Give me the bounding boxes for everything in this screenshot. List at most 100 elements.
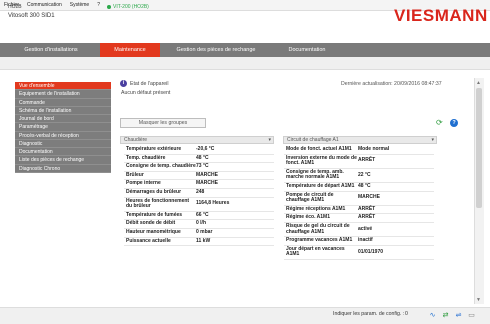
row-value: inactif [358, 237, 373, 244]
installation-code: HO2B [8, 4, 22, 10]
config-label: Indiquer les param. de config. : [333, 311, 405, 317]
group-select-boiler[interactable]: Chaudière ▾ [120, 136, 274, 144]
table-row: Démarrages du brûleur 248 [124, 189, 274, 198]
table-row: Température de départ A1M1 48 °C [284, 183, 434, 192]
sidebar-item-commande[interactable]: Commande [15, 98, 111, 107]
row-label: Consigne de temp. amb. marche normale A1… [286, 168, 344, 181]
menu-communication[interactable]: Communication [27, 2, 62, 8]
tab-maintenance[interactable]: Maintenance [100, 43, 160, 57]
table-row: Mode de fonct. actuel A1M1 Mode normal [284, 146, 434, 155]
tab-documentation[interactable]: Documentation [272, 43, 342, 57]
table-row: Jour départ en vacances A1M1 01/01/1970 [284, 246, 434, 260]
network-icon[interactable]: ⇌ [454, 311, 463, 320]
row-value: -20,6 °C [196, 146, 215, 152]
row-label: Pompe de circuit de chauffage A1M1 [286, 191, 334, 204]
row-label: Pompe interne [126, 180, 161, 187]
group-select-circuit-value: Circuit de chauffage A1 [287, 137, 339, 143]
main-nav: Gestion d'installations Maintenance Gest… [0, 43, 490, 57]
status-strip [0, 57, 490, 70]
connection-icon[interactable]: ⇄ [441, 311, 450, 320]
row-value: Mode normal [358, 146, 390, 152]
table-row: Pompe de circuit de chauffage A1M1 MARCHE [284, 192, 434, 206]
row-value: MARCHE [196, 171, 218, 178]
sidebar-item-parametrage[interactable]: Paramétrage [15, 123, 111, 132]
scroll-down-icon[interactable]: ▼ [476, 297, 481, 303]
row-label: Risque de gel du circuit de chauffage A1… [286, 222, 350, 235]
signal-icon[interactable]: ∿ [428, 311, 437, 320]
table-row: Température de fumées 66 °C [124, 212, 274, 221]
table-row: Risque de gel du circuit de chauffage A1… [284, 222, 434, 238]
row-value: ARRÊT [358, 214, 376, 221]
config-value: 0 [405, 311, 408, 317]
brand-logo: VIESMANN [394, 6, 488, 25]
row-label: Heures de fonctionnement du brûleur [126, 197, 190, 210]
last-update-timestamp: Dernière actualisation: 20/09/2016 08:47… [341, 81, 442, 87]
table-row: Consigne de temp. amb. marche normale A1… [284, 169, 434, 183]
table-row: Débit sonde de débit 0 l/h [124, 220, 274, 229]
row-label: Temp. chaudière [126, 154, 166, 161]
row-value: 01/01/1970 [358, 248, 384, 255]
row-label: Température extérieure [126, 146, 182, 152]
connected-device[interactable]: VIT-200 (HO2B) [113, 4, 149, 10]
sidebar-item-diagnostic[interactable]: Diagnostic [15, 139, 111, 148]
tab-gestion-pieces[interactable]: Gestion des pièces de rechange [160, 43, 272, 57]
sidebar-item-diagnostic-chrono[interactable]: Diagnostic Chrono [15, 164, 111, 173]
scroll-up-icon[interactable]: ▲ [476, 80, 481, 86]
sidebar-item-pieces[interactable]: Liste des pièces de rechange [15, 156, 111, 165]
table-row: Inversion externe du mode de fonct. A1M1… [284, 155, 434, 169]
row-label: Inversion externe du mode de fonct. A1M1 [286, 154, 357, 167]
table-row: Heures de fonctionnement du brûleur 1164,… [124, 198, 274, 212]
row-value: ARRÊT [358, 205, 376, 212]
tab-gestion-installations[interactable]: Gestion d'installations [2, 43, 100, 57]
help-icon[interactable]: ? [450, 119, 458, 127]
sidebar-item-journal[interactable]: Journal de bord [15, 115, 111, 124]
menu-help[interactable]: ? [97, 2, 100, 8]
row-value: 0 l/h [196, 220, 207, 227]
table-row: Pompe interne MARCHE [124, 180, 274, 189]
row-label: Programme vacances A1M1 [286, 237, 353, 244]
row-value: MARCHE [358, 194, 380, 201]
chevron-down-icon: ▾ [431, 137, 434, 143]
row-value: 248 [196, 188, 205, 195]
row-label: Température de fumées [126, 211, 183, 218]
table-row: Brûleur MARCHE [124, 172, 274, 181]
row-value: 48 °C [196, 154, 209, 161]
device-title: Vitosoft 300 SID1 [8, 13, 55, 19]
row-label: Température de départ A1M1 [286, 182, 355, 189]
row-value: 1164,8 Heures [196, 200, 230, 207]
row-value: 0 mbar [196, 228, 213, 235]
table-row: Régime éco. A1M1 ARRÊT [284, 214, 434, 223]
sidebar-item-equipement[interactable]: Equipement de l'installation [15, 90, 111, 99]
monitor-icon[interactable]: ▭ [467, 311, 476, 320]
sidebar-item-vue-ensemble[interactable]: Vue d'ensemble [15, 82, 111, 91]
row-value: activé [358, 225, 373, 232]
row-label: Consigne de temp. chaudière [126, 163, 196, 170]
status-bar [0, 307, 490, 324]
row-value: MARCHE [196, 180, 218, 187]
status-online-icon [107, 5, 111, 9]
chevron-down-icon: ▾ [268, 137, 271, 143]
group-select-circuit[interactable]: Circuit de chauffage A1 ▾ [283, 136, 437, 144]
table-row: Hauteur manométrique 0 mbar [124, 229, 274, 238]
row-label: Débit sonde de débit [126, 220, 176, 227]
status-icons: ∿ ⇄ ⇌ ▭ [428, 309, 480, 321]
row-label: Régime réceptions A1M1 [286, 205, 346, 212]
row-label: Régime éco. A1M1 [286, 214, 330, 221]
boiler-values-table: Température extérieure -20,6 °C Temp. chau… [124, 146, 274, 247]
device-status-label: Etat de l'appareil [130, 81, 169, 87]
row-value: 66 °C [196, 211, 209, 218]
table-row: Température extérieure -20,6 °C [124, 146, 274, 155]
row-label: Démarrages du brûleur [126, 188, 182, 195]
sidebar-item-proces-verbal[interactable]: Procès-verbal de réception [15, 131, 111, 140]
table-row: Puissance actuelle 11 kW [124, 238, 274, 247]
sidebar-item-documentation[interactable]: Documentation [15, 148, 111, 157]
info-icon: i [120, 80, 127, 87]
row-label: Mode de fonct. actuel A1M1 [286, 146, 352, 152]
scroll-thumb[interactable] [476, 88, 482, 208]
refresh-icon[interactable]: ⟳ [436, 119, 444, 127]
hide-groups-button[interactable]: Masquer les groupes [120, 118, 206, 128]
table-row: Programme vacances A1M1 inactif [284, 237, 434, 246]
sidebar-item-schema[interactable]: Schéma de l'installation [15, 106, 111, 115]
row-value: 11 kW [196, 237, 211, 244]
menu-systeme[interactable]: Système [70, 2, 89, 8]
